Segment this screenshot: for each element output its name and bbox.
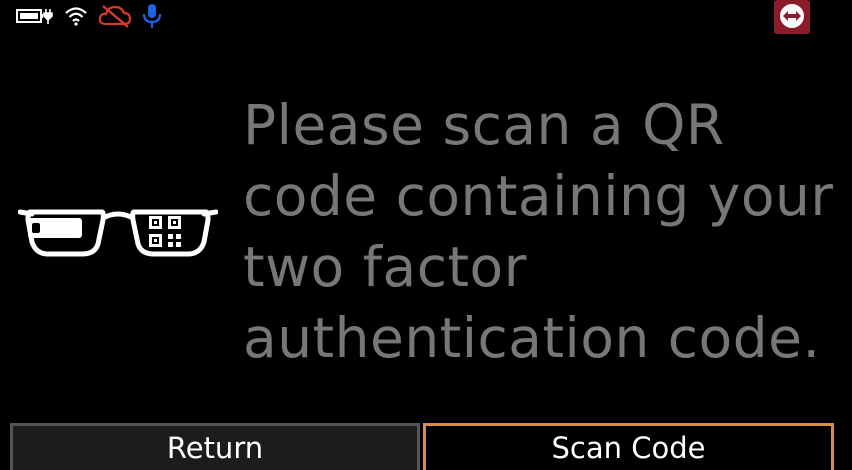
status-bar bbox=[0, 0, 852, 34]
remote-control-glyph-icon bbox=[780, 4, 804, 28]
wifi-icon bbox=[65, 7, 87, 26]
smart-glasses-qr-icon bbox=[17, 202, 219, 262]
scan-code-button-label: Scan Code bbox=[551, 431, 706, 465]
return-button-label: Return bbox=[166, 431, 264, 465]
cloud-off-icon bbox=[98, 5, 132, 28]
remote-control-app-icon[interactable] bbox=[774, 0, 810, 34]
battery-charging-icon bbox=[16, 9, 53, 24]
qr-scan-instructions: Please scan a QR code containing your tw… bbox=[243, 93, 834, 370]
status-icons bbox=[16, 4, 162, 28]
return-button[interactable]: Return bbox=[10, 423, 420, 470]
scan-code-button[interactable]: Scan Code bbox=[423, 423, 834, 470]
microphone-icon bbox=[142, 4, 162, 28]
